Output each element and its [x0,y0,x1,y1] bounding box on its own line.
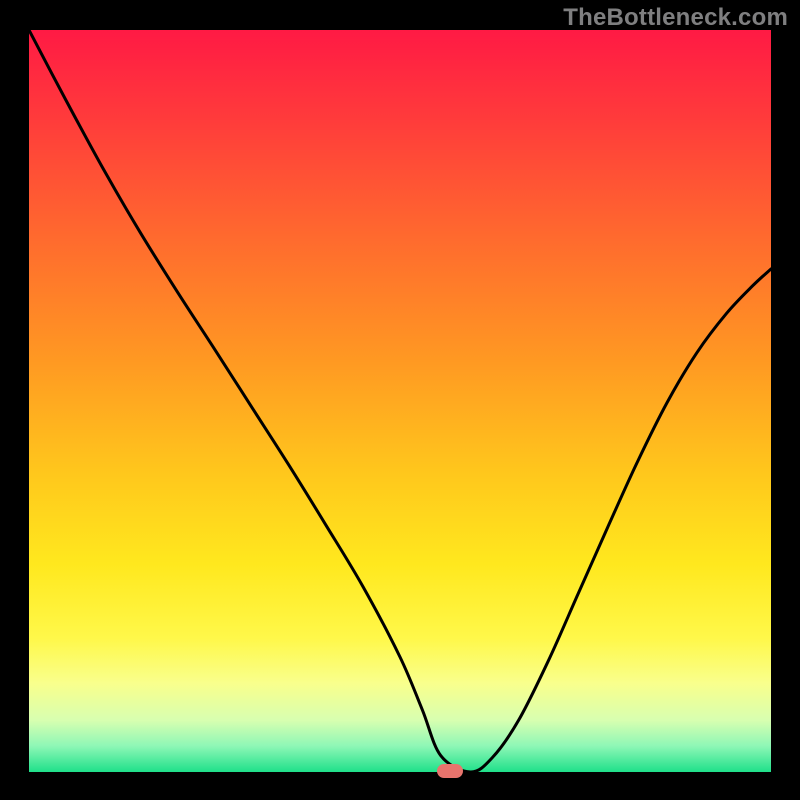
optimum-marker [437,764,463,778]
chart-frame: TheBottleneck.com [0,0,800,800]
watermark-text: TheBottleneck.com [563,4,788,32]
bottleneck-plot [29,30,771,772]
gradient-background [29,30,771,772]
